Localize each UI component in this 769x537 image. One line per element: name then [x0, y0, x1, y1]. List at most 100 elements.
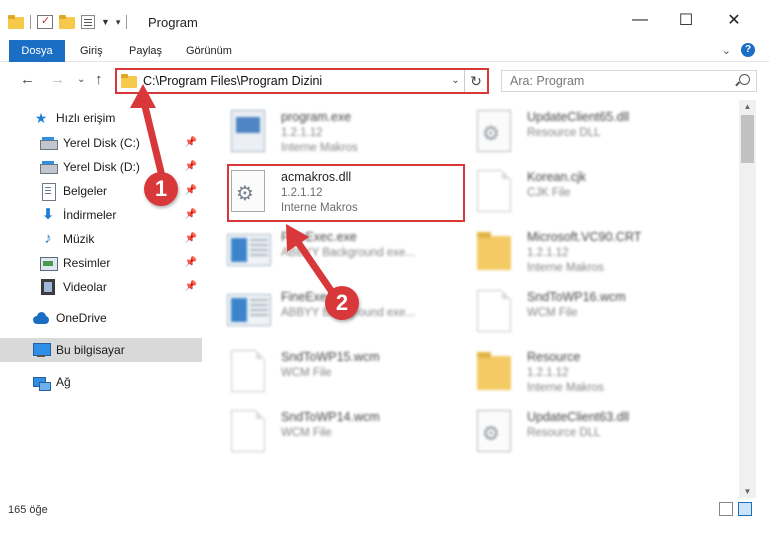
tab-file[interactable]: Dosya: [9, 40, 65, 62]
details-view-icon[interactable]: [719, 502, 733, 516]
dll-icon: [477, 410, 511, 452]
file-item-program-exe[interactable]: program.exe 1.2.1.12 Interne Makros: [209, 102, 449, 154]
tab-share[interactable]: Paylaş: [119, 40, 172, 62]
recent-locations-button[interactable]: ⌄: [77, 74, 85, 85]
quick-access-toolbar: ▼ ▾: [8, 12, 133, 32]
file-item-sndtowp16[interactable]: SndToWP16.wcm WCM File: [455, 282, 695, 334]
address-dropdown-icon[interactable]: ⌄: [447, 70, 465, 92]
properties-check-icon[interactable]: [37, 14, 53, 29]
file-name: SndToWP15.wcm: [281, 350, 380, 364]
file-item-sndtowp14[interactable]: SndToWP14.wcm WCM File: [209, 402, 449, 454]
sidebar-item-label: Ağ: [56, 375, 71, 389]
sidebar-item-label: Belgeler: [63, 184, 108, 198]
properties-icon[interactable]: [81, 15, 95, 29]
sidebar-item-label: OneDrive: [56, 311, 107, 325]
sidebar-item-quick-access[interactable]: ★ Hızlı erişim: [0, 106, 202, 130]
sidebar-item-label: Bu bilgisayar: [56, 343, 125, 357]
step-1-callout: 1: [144, 172, 178, 206]
window-title: Program: [148, 15, 198, 30]
search-icon[interactable]: [739, 74, 750, 85]
ribbon-tabs: Dosya Giriş Paylaş Görünüm ⌄ ?: [0, 40, 769, 62]
network-icon: [33, 374, 51, 391]
search-input[interactable]: Ara: Program: [501, 70, 757, 92]
file-type: Resource DLL: [527, 427, 601, 439]
scroll-down-icon[interactable]: ▼: [739, 487, 756, 496]
sidebar-item-downloads[interactable]: ⬇ İndirmeler 📌: [0, 203, 202, 227]
file-type: CJK File: [527, 187, 571, 199]
status-bar: 165 öğe: [0, 498, 769, 537]
step-2-callout: 2: [325, 286, 359, 320]
tab-view[interactable]: Görünüm: [176, 40, 242, 62]
new-folder-icon[interactable]: [59, 15, 75, 29]
sidebar-item-onedrive[interactable]: OneDrive: [0, 306, 202, 330]
sidebar-item-label: İndirmeler: [63, 208, 117, 222]
sidebar-item-pictures[interactable]: Resimler 📌: [0, 251, 202, 275]
minimize-button[interactable]: —: [617, 0, 663, 40]
file-name: SndToWP16.wcm: [527, 290, 626, 304]
sidebar-item-videos[interactable]: Videolar 📌: [0, 275, 202, 299]
file-description: Interne Makros: [527, 382, 604, 394]
file-icon: [231, 350, 265, 392]
address-path[interactable]: C:\Program Files\Program Dizini: [143, 74, 447, 88]
file-name: SndToWP14.wcm: [281, 410, 380, 424]
back-button[interactable]: ←: [20, 71, 35, 88]
help-icon[interactable]: ?: [741, 43, 755, 57]
exe-icon: [231, 110, 265, 152]
refresh-button[interactable]: ↻: [465, 73, 487, 90]
file-type: WCM File: [281, 427, 332, 439]
file-item-resource[interactable]: Resource 1.2.1.12 Interne Makros: [455, 342, 695, 394]
file-item-microsoft-vc90-crt[interactable]: Microsoft.VC90.CRT 1.2.1.12 Interne Makr…: [455, 222, 695, 274]
cloud-icon: [33, 310, 49, 326]
file-name: UpdateClient65.dll: [527, 110, 630, 124]
dll-icon: [477, 110, 511, 152]
navigation-bar: ← → ⌄ ↑ C:\Program Files\Program Dizini …: [0, 62, 769, 100]
scrollbar-thumb[interactable]: [741, 115, 754, 163]
chevron-down-icon[interactable]: ▼: [101, 17, 110, 27]
music-icon: ♪: [44, 230, 52, 247]
folder-icon: [477, 350, 511, 392]
large-icons-view-icon[interactable]: [738, 502, 752, 516]
address-bar[interactable]: C:\Program Files\Program Dizini ⌄ ↻: [115, 68, 489, 94]
file-item-korean-cjk[interactable]: Korean.cjk CJK File: [455, 162, 695, 214]
sidebar-item-music[interactable]: ♪ Müzik 📌: [0, 227, 202, 251]
file-type: WCM File: [527, 307, 578, 319]
sidebar-item-local-disk-c[interactable]: Yerel Disk (C:) 📌: [0, 131, 202, 155]
folder-icon: [477, 230, 511, 272]
file-type: Resource DLL: [527, 127, 601, 139]
file-description: ABBYY Background exe...: [281, 247, 416, 259]
pin-icon: 📌: [184, 233, 197, 244]
forward-button[interactable]: →: [50, 71, 65, 88]
pin-icon: 📌: [184, 281, 197, 292]
sidebar-item-network[interactable]: Ağ: [0, 370, 202, 394]
pictures-icon: [40, 255, 58, 271]
customize-toolbar-icon[interactable]: ▾: [116, 17, 121, 28]
file-type: WCM File: [281, 367, 332, 379]
file-version: 1.2.1.12: [527, 247, 569, 259]
file-item-fineexec-exe[interactable]: FineExec.exe ABBYY Background exe...: [209, 222, 449, 274]
file-description: Interne Makros: [281, 142, 358, 154]
pin-icon: 📌: [184, 137, 197, 148]
close-button[interactable]: ✕: [711, 0, 757, 40]
tab-home[interactable]: Giriş: [70, 40, 113, 62]
disk-icon: [40, 135, 58, 151]
file-version: 1.2.1.12: [527, 367, 569, 379]
expand-ribbon-icon[interactable]: ⌄: [722, 44, 731, 57]
pin-icon: 📌: [184, 209, 197, 220]
file-item-updateclient63[interactable]: UpdateClient63.dll Resource DLL: [455, 402, 695, 454]
file-icon: [477, 290, 511, 332]
sidebar-item-label: Videolar: [63, 280, 107, 294]
sidebar-item-this-pc[interactable]: Bu bilgisayar: [0, 338, 202, 362]
file-name: FineExec.exe: [281, 230, 357, 244]
vertical-scrollbar[interactable]: ▲ ▼: [739, 100, 756, 498]
search-placeholder: Ara: Program: [510, 74, 585, 88]
sidebar-item-label: Yerel Disk (C:): [63, 136, 140, 150]
file-item-sndtowp15[interactable]: SndToWP15.wcm WCM File: [209, 342, 449, 394]
maximize-button[interactable]: ☐: [663, 0, 709, 40]
file-item-updateclient65[interactable]: UpdateClient65.dll Resource DLL: [455, 102, 695, 154]
up-button[interactable]: ↑: [95, 71, 103, 88]
ribbon-controls: ⌄ ?: [722, 43, 755, 57]
scroll-up-icon[interactable]: ▲: [739, 102, 756, 111]
file-icon: [231, 410, 265, 452]
computer-icon: [33, 342, 51, 358]
file-name: Microsoft.VC90.CRT: [527, 230, 642, 244]
